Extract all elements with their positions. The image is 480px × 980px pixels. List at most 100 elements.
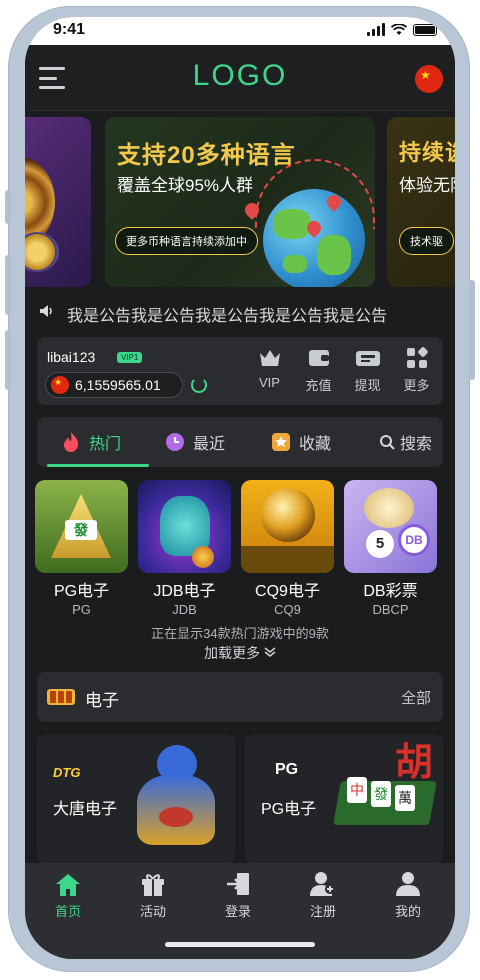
section-header-slots: 电子 全部 — [37, 672, 443, 722]
chips-icon — [25, 232, 59, 272]
tab-favorites-label: 收藏 — [299, 436, 332, 453]
game-name: DB彩票 — [363, 583, 418, 600]
power-button — [469, 280, 475, 380]
banner-subtitle: 体验无阻 — [399, 176, 455, 195]
section-title: 电子 — [85, 691, 119, 710]
provider-name: 大唐电子 — [53, 801, 118, 818]
signal-icon — [367, 23, 385, 36]
deposit-button[interactable]: 充值 — [294, 345, 343, 394]
game-code: PG — [72, 602, 91, 617]
tab-register-label: 注册 — [309, 904, 336, 919]
more-button[interactable]: 更多 — [392, 345, 441, 394]
wifi-icon — [391, 23, 407, 35]
banner-casino[interactable] — [25, 117, 91, 287]
banner-pill[interactable]: 更多币种语言持续添加中 — [115, 227, 258, 255]
tab-home-label: 首页 — [54, 904, 81, 919]
banner-subtitle: 覆盖全球95%人群 — [117, 176, 254, 195]
game-name: JDB电子 — [153, 583, 216, 600]
star-icon — [272, 433, 290, 451]
account-actions: VIP 充值 提现 更多 — [245, 345, 441, 394]
china-flag-icon[interactable]: ★ — [415, 65, 443, 93]
globe-icon — [263, 189, 365, 287]
load-more-label: 加载更多 — [204, 645, 261, 661]
refresh-icon[interactable] — [191, 377, 207, 393]
china-flag-icon: ★ — [51, 376, 69, 394]
banner-languages[interactable]: 支持20多种语言 覆盖全球95%人群 更多币种语言持续添加中 — [105, 117, 375, 287]
deposit-label: 充值 — [305, 378, 332, 393]
game-name: PG电子 — [53, 583, 110, 600]
wallet-icon — [308, 350, 329, 366]
clock-icon — [166, 433, 184, 451]
withdraw-button[interactable]: 提现 — [343, 345, 392, 394]
user-icon — [396, 872, 420, 896]
provider-card-dtg[interactable]: DTG 大唐电子 — [37, 735, 235, 863]
tab-profile-label: 我的 — [394, 904, 421, 919]
login-icon — [227, 873, 249, 895]
tab-login[interactable]: 登录 — [208, 869, 268, 920]
tab-home[interactable]: 首页 — [38, 869, 98, 920]
volume-up-button — [5, 255, 11, 315]
tab-register[interactable]: 注册 — [293, 869, 353, 920]
account-panel: libai123 VIP1 ★ 6,1559565.01 VIP 充值 提现 更… — [37, 337, 443, 405]
provider-list: DTG 大唐电子 PG PG电子 胡 中 發 萬 — [37, 735, 443, 863]
games-count-text: 正在显示34款热门游戏中的9款 — [151, 626, 329, 641]
game-card-dbcp[interactable]: 5 DB DB彩票 DBCP — [344, 480, 437, 617]
app-screen: 9:41 LOGO ★ 支持20多种语言 覆盖全球95%人群 更多币种语言持续添… — [25, 17, 455, 959]
games-grid: 發 PG电子 PG JDB电子 JDB CQ9电子 CQ9 5 DB DB彩票 … — [35, 480, 455, 617]
withdraw-icon — [355, 351, 380, 366]
game-code: DBCP — [372, 602, 409, 617]
banner-tech[interactable]: 持续谈 体验无阻 技术驱 — [387, 117, 455, 287]
announcement-bar[interactable]: 我是公告我是公告我是公告我是公告我是公告 — [25, 295, 455, 327]
game-card-cq9[interactable]: CQ9电子 CQ9 — [241, 480, 334, 617]
tab-activities[interactable]: 活动 — [123, 869, 183, 920]
vip-badge: VIP1 — [117, 352, 143, 363]
tab-hot-label: 热门 — [89, 436, 122, 453]
username: libai123 — [47, 349, 96, 365]
status-icons — [367, 23, 437, 36]
announcement-text: 我是公告我是公告我是公告我是公告我是公告 — [67, 308, 388, 325]
genie-icon — [137, 745, 215, 857]
banner-pill[interactable]: 技术驱 — [399, 227, 454, 255]
provider-logo: DTG — [53, 765, 81, 780]
banner-carousel[interactable]: 支持20多种语言 覆盖全球95%人群 更多币种语言持续添加中 持续谈 体验无阻 … — [25, 117, 455, 289]
status-bar: 9:41 — [25, 17, 455, 45]
tab-hot[interactable]: 热门 — [61, 417, 121, 467]
app-header: LOGO ★ — [25, 45, 455, 111]
battery-icon — [413, 23, 437, 36]
provider-logo: PG — [275, 761, 299, 778]
speaker-icon — [40, 305, 52, 317]
bottom-tab-bar: 首页 活动 登录 注册 我的 — [25, 863, 455, 959]
mute-switch — [5, 190, 11, 224]
register-icon — [310, 872, 335, 896]
mahjong-icon: 胡 中 發 萬 — [333, 741, 441, 837]
balance-value: 6,1559565.01 — [75, 377, 161, 393]
tab-activities-label: 活动 — [139, 904, 166, 919]
tab-profile[interactable]: 我的 — [378, 869, 438, 920]
game-code: CQ9 — [274, 602, 301, 617]
banner-title: 持续谈 — [399, 140, 455, 165]
game-thumbnail: 5 DB — [344, 480, 437, 573]
game-thumbnail: 發 — [35, 480, 128, 573]
vip-button[interactable]: VIP — [245, 345, 294, 394]
chevron-down-double-icon — [264, 647, 276, 657]
status-time: 9:41 — [53, 21, 86, 38]
load-more-button[interactable]: 加载更多 — [25, 643, 455, 663]
banner-title: 支持20多种语言 — [117, 142, 296, 169]
game-card-pg[interactable]: 發 PG电子 PG — [35, 480, 128, 617]
tab-recent[interactable]: 最近 — [165, 417, 225, 467]
game-thumbnail — [138, 480, 231, 573]
fire-icon — [64, 432, 79, 452]
tab-favorites[interactable]: 收藏 — [271, 417, 331, 467]
view-all-link[interactable]: 全部 — [401, 687, 431, 708]
tab-search-label: 搜索 — [400, 436, 433, 453]
game-card-jdb[interactable]: JDB电子 JDB — [138, 480, 231, 617]
tab-search[interactable]: 搜索 — [379, 417, 432, 467]
gift-icon — [142, 874, 164, 896]
provider-card-pg[interactable]: PG PG电子 胡 中 發 萬 — [245, 735, 443, 863]
home-indicator — [165, 942, 315, 947]
game-name: CQ9电子 — [255, 583, 320, 600]
game-code: JDB — [172, 602, 197, 617]
grid-icon — [406, 347, 428, 368]
app-logo: LOGO — [192, 59, 288, 92]
withdraw-label: 提现 — [354, 378, 381, 393]
